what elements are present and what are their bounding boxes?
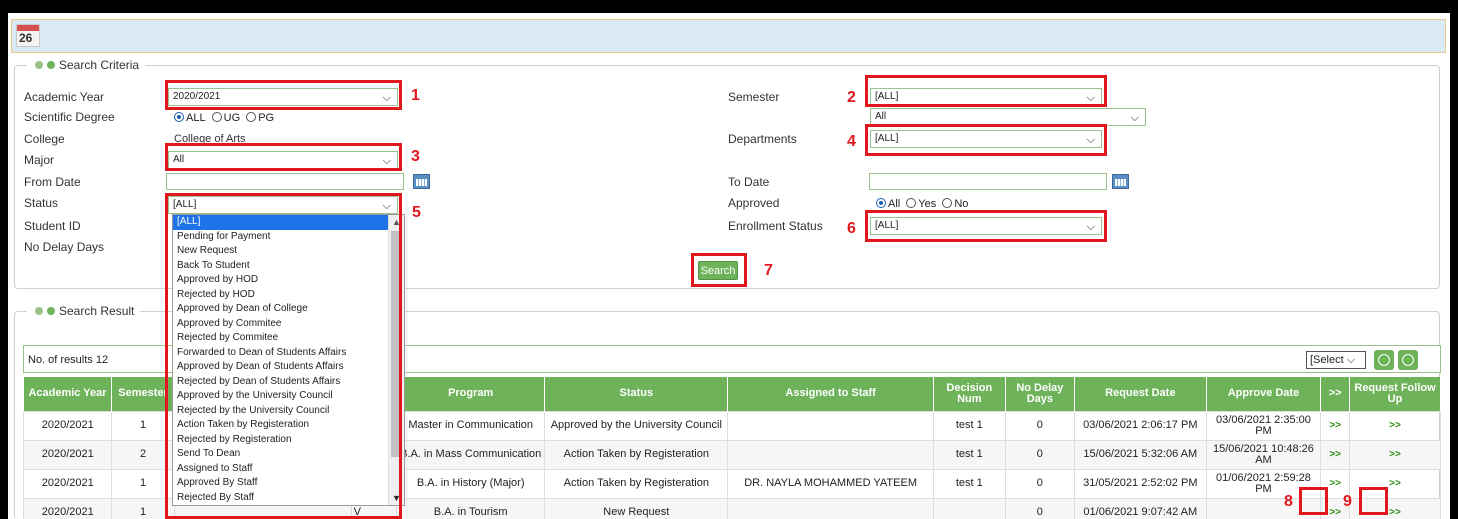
search-criteria-legend: Search Criteria: [27, 58, 146, 72]
chevron-down-icon: ⌵: [1346, 354, 1356, 366]
col-request-follow-up[interactable]: Request Follow Up: [1349, 377, 1441, 411]
annotation-number-7: 7: [764, 262, 773, 279]
follow-up-link[interactable]: >>: [1349, 410, 1441, 441]
col-academic-year[interactable]: Academic Year: [23, 377, 113, 411]
approved-option-yes[interactable]: Yes: [906, 198, 936, 210]
annotation-box-1: [165, 80, 402, 110]
annotation-number-3: 3: [411, 148, 420, 165]
calendar-day: 26: [19, 31, 33, 45]
no-delay-days-label: No Delay Days: [24, 240, 105, 254]
approved-label: Approved: [728, 196, 780, 210]
details-link[interactable]: >>: [1320, 410, 1351, 441]
export-excel-icon[interactable]: [1374, 350, 1394, 370]
dot-icon: [35, 307, 43, 315]
details-link[interactable]: >>: [1320, 439, 1351, 470]
annotation-box-3: [165, 143, 402, 171]
from-date-label: From Date: [24, 175, 81, 189]
page: 26 Search Criteria Academic Year Scienti…: [8, 13, 1450, 519]
search-result-legend: Search Result: [27, 304, 141, 318]
calendar-picker-icon[interactable]: [413, 174, 430, 189]
annotation-box-4: [865, 124, 1107, 156]
dot-icon: [47, 307, 55, 315]
degree-option-all[interactable]: ALL: [174, 112, 206, 124]
status-label: Status: [24, 196, 59, 210]
annotation-box-2: [865, 75, 1107, 107]
calendar-picker-icon[interactable]: [1112, 174, 1129, 189]
annotation-box-7: [691, 253, 747, 287]
calendar-icon[interactable]: 26: [16, 24, 40, 47]
col-link: >>: [1320, 377, 1351, 411]
annotation-box-5: [165, 193, 402, 519]
scientific-degree-radios: ALL UG PG: [174, 112, 277, 124]
col-decision-num[interactable]: Decision Num: [933, 377, 1006, 411]
export-select[interactable]: [Select ⌵: [1306, 351, 1366, 369]
to-date-input[interactable]: [869, 173, 1107, 190]
header-bar: 26: [11, 19, 1446, 53]
annotation-box-9: [1359, 487, 1388, 515]
approved-option-no[interactable]: No: [942, 198, 968, 210]
chevron-down-icon: ⌵: [1130, 112, 1139, 124]
col-program[interactable]: Program: [396, 377, 546, 411]
approved-radios: All Yes No: [876, 198, 971, 210]
college-label: College: [24, 132, 65, 146]
annotation-number-4: 4: [847, 133, 856, 150]
dot-icon: [35, 61, 43, 69]
annotation-number-9: 9: [1343, 493, 1352, 510]
annotation-number-8: 8: [1284, 493, 1293, 510]
annotation-number-2: 2: [847, 89, 856, 106]
approved-option-all[interactable]: All: [876, 198, 900, 210]
export-pdf-icon[interactable]: [1398, 350, 1418, 370]
student-id-label: Student ID: [24, 219, 81, 233]
enrollment-status-label: Enrollment Status: [728, 219, 823, 233]
major-label: Major: [24, 153, 55, 167]
degree-option-ug[interactable]: UG: [211, 112, 240, 124]
dot-icon: [47, 61, 55, 69]
col-no-delay-days[interactable]: No Delay Days: [1005, 377, 1076, 411]
academic-year-label: Academic Year: [24, 90, 105, 104]
follow-up-link[interactable]: >>: [1349, 439, 1441, 470]
annotation-number-1: 1: [411, 87, 420, 104]
results-count: No. of results 12: [28, 354, 109, 366]
col-assigned-staff[interactable]: Assigned to Staff: [727, 377, 934, 411]
to-date-label: To Date: [728, 175, 770, 189]
degree-option-pg[interactable]: PG: [246, 112, 274, 124]
annotation-box-8: [1299, 487, 1328, 515]
annotation-number-6: 6: [847, 220, 856, 237]
col-approve-date[interactable]: Approve Date: [1206, 377, 1322, 411]
departments-label: Departments: [728, 132, 797, 146]
annotation-box-6: [865, 210, 1107, 242]
annotation-number-5: 5: [412, 204, 421, 221]
from-date-input[interactable]: [166, 173, 404, 190]
col-status[interactable]: Status: [544, 377, 729, 411]
col-request-date[interactable]: Request Date: [1074, 377, 1207, 411]
scientific-degree-label: Scientific Degree: [24, 110, 115, 124]
semester-label: Semester: [728, 90, 780, 104]
